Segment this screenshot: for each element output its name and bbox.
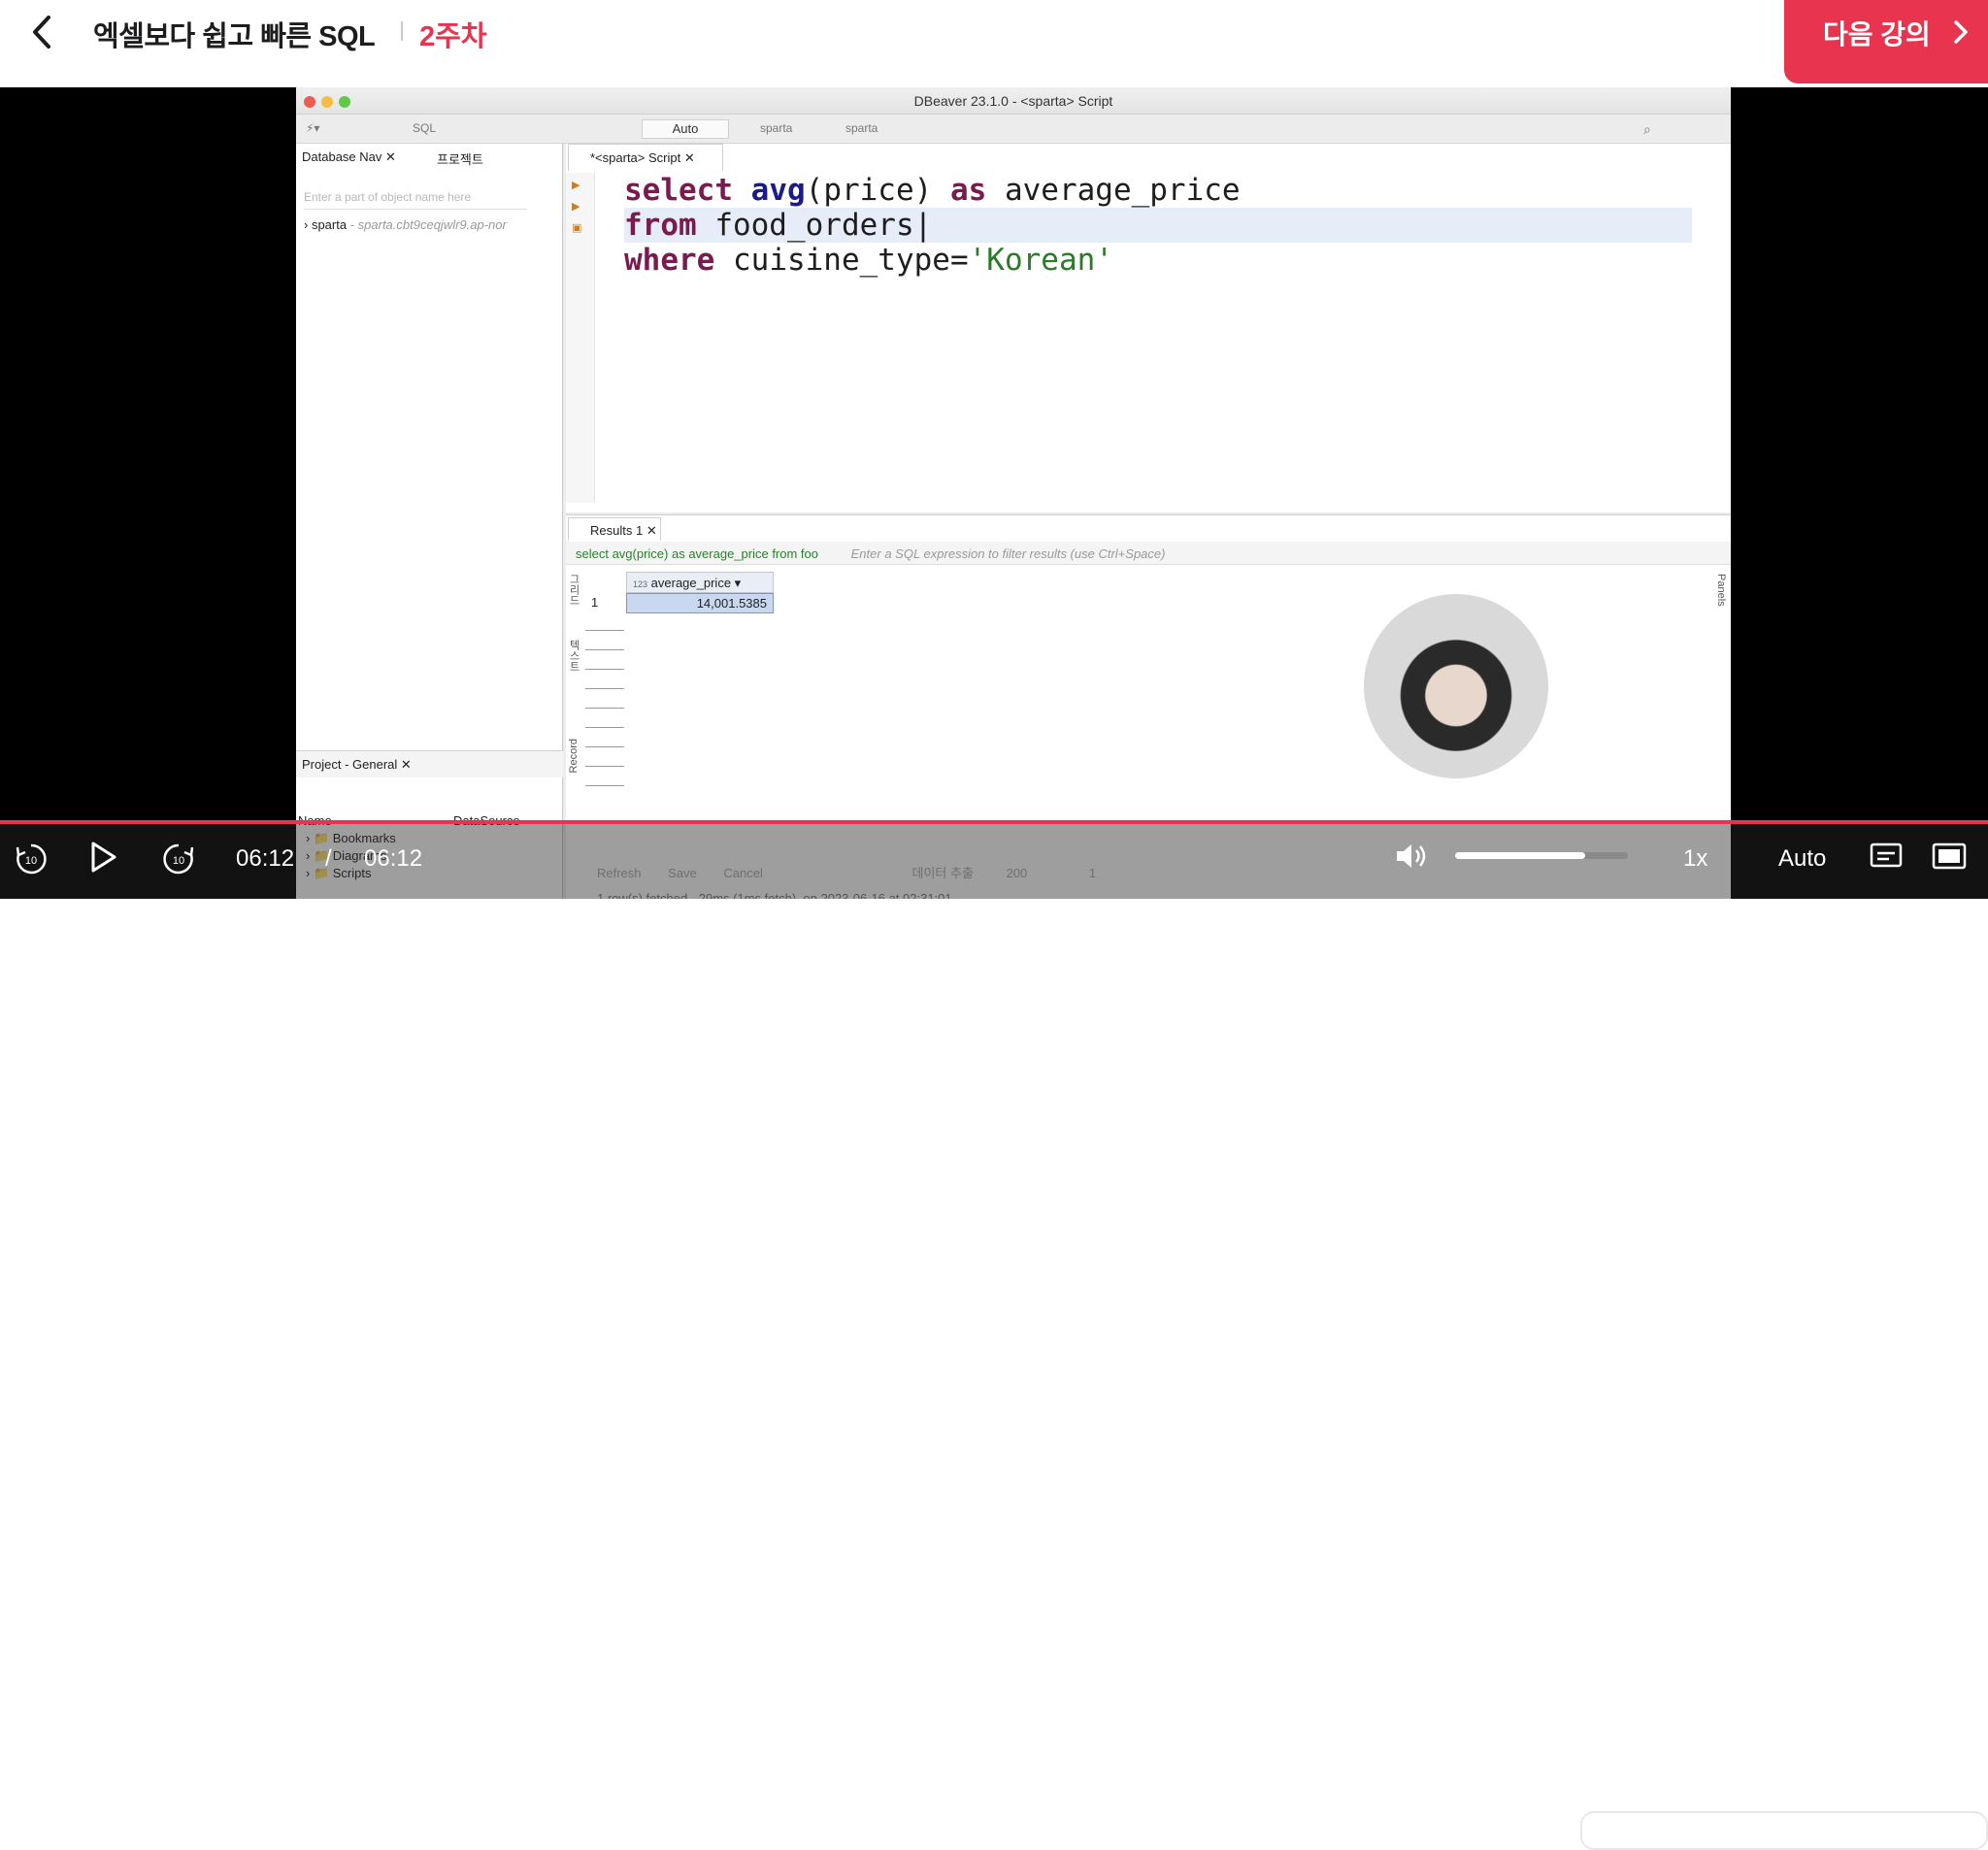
tab-database-navigator: Database Nav ✕ xyxy=(302,149,396,164)
subtitles-button[interactable] xyxy=(1870,842,1903,875)
back-button[interactable] xyxy=(25,12,58,52)
side-tab-text: 텍스트 xyxy=(568,640,580,672)
panels-label: Panels xyxy=(1715,574,1727,607)
progress-fill xyxy=(0,820,1988,824)
code-line-3: where cuisine_type='Korean' xyxy=(624,243,1113,278)
chevron-left-icon xyxy=(33,16,50,49)
execute-script-icon: ▶ xyxy=(572,201,580,213)
results-grid: 1 123 average_price ▾ 14,001.5385 xyxy=(585,572,779,805)
row-number: 1 xyxy=(591,595,599,610)
rewind-10-button[interactable]: 10 xyxy=(14,842,49,881)
search-icon: ⌕ xyxy=(1643,121,1651,137)
close-dot-icon xyxy=(304,96,315,108)
window-titlebar: DBeaver 23.1.0 - <sparta> Script xyxy=(296,87,1731,115)
left-panel: Database Nav ✕ 프로젝트 Enter a part of obje… xyxy=(296,144,563,899)
executed-query: select avg(price) as average_price from … xyxy=(576,546,819,561)
volume-fill xyxy=(1455,852,1585,859)
play-button[interactable] xyxy=(89,840,118,879)
volume-slider[interactable] xyxy=(1455,852,1628,859)
theater-mode-button[interactable] xyxy=(1932,842,1967,875)
quality-button[interactable]: Auto xyxy=(1778,845,1826,873)
playback-speed-button[interactable]: 1x xyxy=(1683,845,1707,873)
week-label: 2주차 xyxy=(419,21,487,52)
column-header-average-price: 123 average_price ▾ xyxy=(626,572,774,593)
minimize-dot-icon xyxy=(321,96,333,108)
video-stage[interactable]: DBeaver 23.1.0 - <sparta> Script ⚡▾ SQL … xyxy=(0,87,1988,899)
theater-mode-icon xyxy=(1932,842,1967,870)
explain-icon: ▣ xyxy=(572,222,582,234)
current-time: 06:12 xyxy=(236,845,295,872)
tab-sparta-script: *<sparta> Script ✕ xyxy=(568,144,723,171)
sql-code: select avg(price) as average_price from … xyxy=(624,173,1711,280)
tab-project-general: Project - General ✕ xyxy=(302,757,412,772)
title-separator xyxy=(401,21,403,41)
tab-project: 프로젝트 xyxy=(437,152,483,167)
player-controls: 10 10 06:12 / 06:12 1x Auto xyxy=(0,820,1988,899)
course-title: 엑셀보다 쉽고 빠른 SQL xyxy=(93,21,376,52)
next-lecture-button[interactable]: 다음 강의 xyxy=(1784,0,1988,83)
datasource-select: sparta xyxy=(760,121,793,135)
sql-editor-button: SQL xyxy=(413,121,437,135)
connect-icon: ⚡▾ xyxy=(306,121,320,135)
tab-results-1: Results 1 ✕ xyxy=(568,517,661,541)
page-bottom xyxy=(0,899,1988,1850)
results-query-bar: select avg(price) as average_price from … xyxy=(566,542,1731,565)
results-filter-input: Enter a SQL expression to filter results… xyxy=(850,546,1166,561)
duration: 06:12 xyxy=(364,845,423,872)
sql-editor: *<sparta> Script ✕ ▶ ▶ ▣ select avg(pric… xyxy=(566,144,1731,512)
chevron-right-icon xyxy=(1953,19,1969,51)
editor-gutter: ▶ ▶ ▣ xyxy=(566,173,595,503)
play-icon xyxy=(91,842,116,873)
volume-button[interactable] xyxy=(1394,840,1427,877)
code-line-1: select avg(price) as average_price xyxy=(624,173,1241,208)
schema-select: sparta xyxy=(845,121,878,135)
object-filter-input: Enter a part of object name here xyxy=(304,190,527,210)
svg-text:10: 10 xyxy=(25,855,37,867)
rewind-10-icon: 10 xyxy=(16,843,47,875)
webcam-overlay xyxy=(1364,594,1548,778)
result-cell: 14,001.5385 xyxy=(626,593,774,613)
side-tab-record: Record xyxy=(568,739,580,774)
progress-bar[interactable] xyxy=(0,820,1988,824)
execute-icon: ▶ xyxy=(572,180,580,191)
time-separator: / xyxy=(325,845,332,872)
maximize-dot-icon xyxy=(339,96,350,108)
subtitles-icon xyxy=(1870,842,1903,868)
next-lecture-label: 다음 강의 xyxy=(1823,19,1931,50)
top-bar: 엑셀보다 쉽고 빠른 SQL 2주차 다음 강의 xyxy=(0,0,1988,87)
forward-10-icon: 10 xyxy=(163,843,194,875)
commit-mode-select: Auto xyxy=(642,119,729,139)
window-title: DBeaver 23.1.0 - <sparta> Script xyxy=(913,93,1113,109)
side-tab-grid: 그리드 xyxy=(568,574,580,606)
tree-item-sparta: › sparta - sparta.cbt9ceqjwlr9.ap-nor xyxy=(304,217,507,232)
volume-icon xyxy=(1397,844,1426,868)
forward-10-button[interactable]: 10 xyxy=(161,842,196,881)
dbeaver-toolbar: ⚡▾ SQL Auto sparta sparta ⌕ xyxy=(296,115,1731,144)
svg-text:10: 10 xyxy=(173,855,184,867)
code-line-2: from food_orders| xyxy=(624,208,1692,243)
bottom-card xyxy=(1580,1811,1988,1850)
dbeaver-window: DBeaver 23.1.0 - <sparta> Script ⚡▾ SQL … xyxy=(296,87,1731,899)
project-panel-header: Project - General ✕ xyxy=(296,750,563,777)
